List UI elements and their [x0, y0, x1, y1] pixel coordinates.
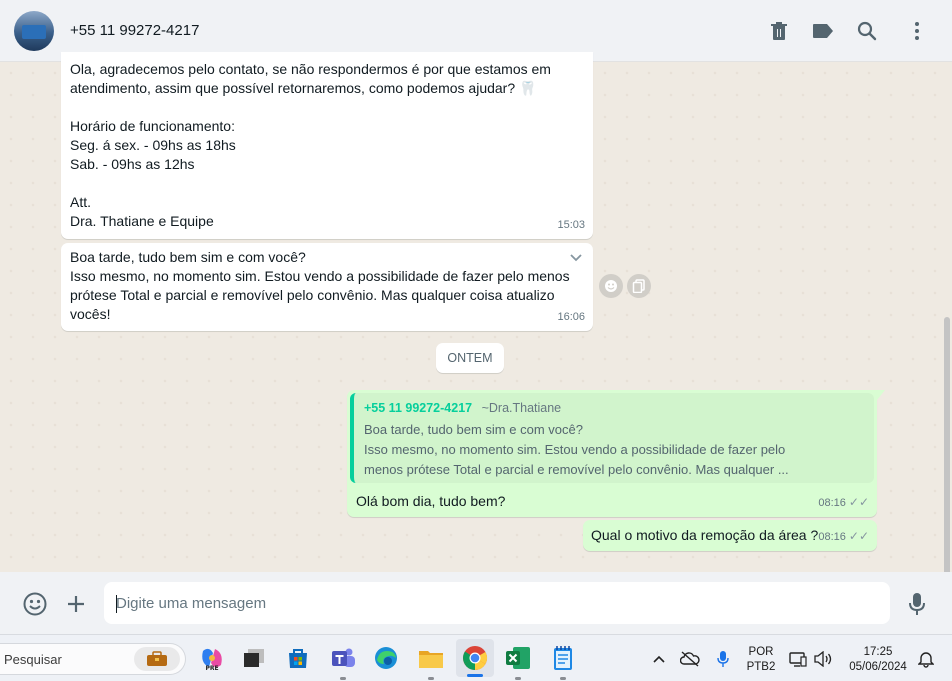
microphone-tray-icon[interactable]	[713, 649, 733, 669]
windows-taskbar: Pesquisar PRE POR PTB2 17:25 05/06/2024	[0, 634, 952, 681]
message-text: Ola, agradecemos pelo contato, se não re…	[70, 61, 551, 229]
message-time: 16:06	[557, 311, 585, 323]
running-indicator	[515, 677, 521, 680]
double-check-icon: ✓✓	[848, 495, 869, 509]
teams-icon[interactable]	[328, 643, 358, 680]
trash-icon[interactable]	[767, 19, 791, 43]
contact-avatar[interactable]	[14, 11, 54, 51]
task-view-icon[interactable]	[239, 643, 269, 673]
message-status: 08:16 ✓✓	[818, 493, 869, 513]
onedrive-offline-icon[interactable]	[680, 649, 700, 669]
quoted-message[interactable]: +55 11 99272-4217 ~Dra.Thatiane Boa tard…	[350, 393, 874, 483]
double-check-icon: ✓✓	[848, 529, 869, 543]
system-clock[interactable]: 17:25 05/06/2024	[846, 645, 910, 675]
microphone-icon[interactable]	[904, 591, 930, 617]
quoted-text: Boa tarde, tudo bem sim e com você? Isso…	[364, 422, 789, 477]
emoji-react-icon[interactable]	[599, 274, 623, 298]
emoji-icon[interactable]	[22, 591, 48, 617]
file-explorer-icon[interactable]	[416, 643, 446, 680]
quoted-sender: +55 11 99272-4217	[364, 401, 473, 415]
chrome-icon[interactable]	[456, 639, 494, 677]
chevron-down-icon[interactable]	[569, 251, 583, 265]
lang-line2: PTB2	[746, 661, 776, 673]
date-divider: ONTEM	[436, 343, 504, 373]
label-icon[interactable]	[811, 19, 835, 43]
quoted-header: +55 11 99272-4217 ~Dra.Thatiane	[364, 399, 561, 418]
message-text: Boa tarde, tudo bem sim e com você? Isso…	[70, 249, 570, 322]
briefcase-icon	[134, 647, 180, 671]
volume-icon[interactable]	[813, 649, 833, 669]
notification-bell-icon[interactable]	[916, 649, 936, 669]
edge-icon[interactable]	[371, 643, 401, 673]
active-indicator	[467, 674, 483, 677]
attach-plus-icon[interactable]	[63, 591, 89, 617]
message-text: Olá bom dia, tudo bem?	[356, 493, 506, 509]
ms-store-icon[interactable]	[283, 643, 313, 673]
quoted-alias: ~Dra.Thatiane	[481, 401, 562, 415]
running-indicator	[560, 677, 566, 680]
message-bubble-outgoing[interactable]: +55 11 99272-4217 ~Dra.Thatiane Boa tard…	[347, 390, 885, 517]
copilot-icon[interactable]: PRE	[197, 643, 227, 673]
running-indicator	[428, 677, 434, 680]
taskbar-search-label: Pesquisar	[4, 652, 62, 667]
message-bubble-incoming[interactable]: Ola, agradecemos pelo contato, se não re…	[61, 52, 593, 239]
contact-name[interactable]: +55 11 99272-4217	[70, 22, 199, 39]
message-text: Qual o motivo da remoção da área ?	[591, 527, 819, 543]
menu-dots-icon[interactable]	[905, 19, 929, 43]
clock-date: 05/06/2024	[849, 661, 907, 673]
chat-scrollbar[interactable]	[944, 317, 950, 572]
chevron-up-icon[interactable]	[649, 649, 669, 669]
message-bubble-outgoing[interactable]: Qual o motivo da remoção da área ? 08:16…	[583, 520, 877, 551]
running-indicator	[340, 677, 346, 680]
svg-text:PRE: PRE	[205, 665, 218, 671]
excel-icon[interactable]	[503, 643, 533, 680]
message-time: 08:16	[818, 497, 846, 509]
message-composer	[0, 572, 952, 634]
keyboard-language[interactable]: POR PTB2	[746, 645, 776, 675]
message-input[interactable]	[104, 582, 890, 624]
notepad-icon[interactable]	[548, 643, 578, 680]
message-status: 08:16 ✓✓	[818, 527, 869, 547]
network-icon[interactable]	[788, 649, 808, 669]
message-time: 08:16	[818, 531, 846, 543]
search-icon[interactable]	[855, 19, 879, 43]
copy-icon[interactable]	[627, 274, 651, 298]
message-time: 15:03	[557, 219, 585, 231]
lang-line1: POR	[748, 646, 774, 658]
taskbar-search[interactable]: Pesquisar	[0, 643, 186, 675]
text-caret	[116, 595, 117, 613]
message-bubble-incoming[interactable]: Boa tarde, tudo bem sim e com você? Isso…	[61, 243, 593, 331]
clock-time: 17:25	[863, 646, 893, 658]
